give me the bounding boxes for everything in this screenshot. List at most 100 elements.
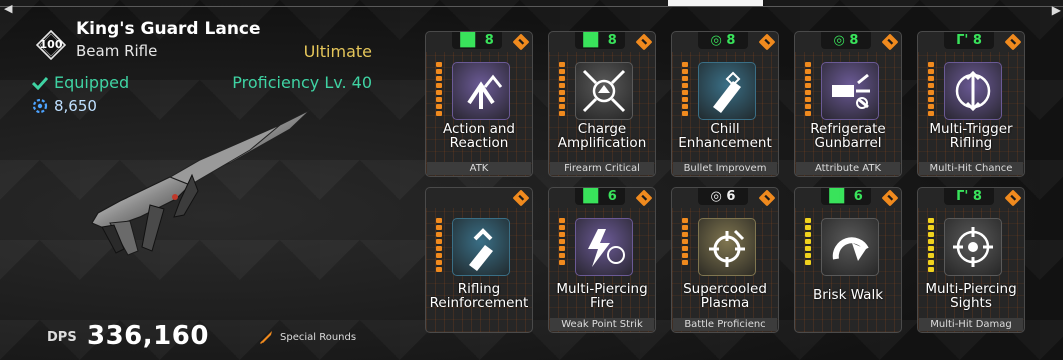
module-card[interactable]: Γ' 8 Multi-Trigger Rifling Multi-Hit Chance	[917, 31, 1025, 177]
enhance-pip	[928, 239, 934, 244]
enhance-pip	[805, 104, 811, 109]
enhance-pip	[805, 239, 811, 244]
crosshair-icon	[698, 218, 756, 276]
enhance-pip	[559, 253, 565, 258]
arrows-up-icon	[452, 62, 510, 120]
module-name: Multi-Piercing Fire	[549, 282, 655, 310]
module-name: Chill Enhancement	[672, 122, 778, 150]
rank-value: 100	[39, 38, 63, 51]
enhance-pip	[682, 260, 688, 265]
module-tag: Firearm Critical	[550, 162, 654, 175]
module-name-line1: Brisk Walk	[812, 287, 884, 303]
module-name-line1: Action and	[443, 121, 515, 137]
enhance-pip	[928, 90, 934, 95]
module-name-line1: Refrigerate	[810, 121, 886, 137]
module-name-line2: Enhancement	[678, 135, 772, 151]
enhance-pip	[805, 69, 811, 74]
module-capacity: █▌ 6	[821, 188, 871, 205]
module-card[interactable]: ◎ 6 Supercooled Plasma Battle Proficienc	[671, 187, 779, 333]
dps-label: DPS	[47, 330, 77, 345]
module-card[interactable]: Rifling Reinforcement	[425, 187, 533, 333]
module-name: Charge Amplification	[549, 122, 655, 150]
top-divider	[0, 6, 1063, 7]
module-capacity: ◎ 8	[698, 32, 748, 49]
check-icon	[32, 76, 48, 90]
module-name: Rifling Reinforcement	[426, 282, 532, 310]
equipped-label: Equipped	[54, 73, 130, 92]
enhance-pip	[805, 260, 811, 265]
enhance-pip	[436, 83, 442, 88]
enhance-pip	[436, 90, 442, 95]
enhance-pip	[436, 225, 442, 230]
module-capacity: Γ' 8	[944, 32, 994, 49]
enhance-pip	[682, 97, 688, 102]
module-name-line1: Multi-Piercing	[556, 281, 648, 297]
enhance-pip	[436, 253, 442, 258]
enhance-pip	[928, 83, 934, 88]
enhance-pip	[805, 111, 811, 116]
enhance-pip	[805, 218, 811, 223]
module-socket-icon	[881, 189, 899, 207]
enhance-pip	[682, 69, 688, 74]
enhance-pip	[682, 83, 688, 88]
bullet-chevron-icon	[452, 218, 510, 276]
enhance-pip	[559, 218, 565, 223]
module-card[interactable]: ◎ 8 Chill Enhancement Bullet Improvem	[671, 31, 779, 177]
enhance-pip	[928, 218, 934, 223]
power-ring-icon	[32, 98, 48, 114]
enhance-pip	[928, 104, 934, 109]
bolt-target-icon	[575, 218, 633, 276]
module-socket-icon	[635, 189, 653, 207]
module-name-line1: Rifling	[457, 281, 501, 297]
module-enhance-bars	[436, 218, 442, 274]
enhance-pip	[682, 246, 688, 251]
module-socket-icon	[512, 33, 530, 51]
enhance-pip	[559, 62, 565, 67]
module-enhance-bars	[805, 62, 811, 118]
module-card[interactable]: Γ' 8 Multi-Piercing Sights Multi-Hit Damag	[917, 187, 1025, 333]
enhance-pip	[682, 218, 688, 223]
module-card[interactable]: █▌ 8 Charge Amplification Firearm Critical	[548, 31, 656, 177]
module-socket-icon	[635, 33, 653, 51]
module-tag: Battle Proficienc	[673, 318, 777, 331]
enhance-pip	[559, 104, 565, 109]
module-name-line2: Sights	[950, 295, 992, 311]
module-enhance-bars	[559, 218, 565, 274]
enhance-pip	[928, 62, 934, 67]
module-name: Supercooled Plasma	[672, 282, 778, 310]
enhance-pip	[559, 69, 565, 74]
module-card[interactable]: █▌ 6 Brisk Walk	[794, 187, 902, 333]
enhance-pip	[436, 111, 442, 116]
module-name-line2: Rifling	[949, 135, 993, 151]
module-socket-icon	[1004, 189, 1022, 207]
module-card[interactable]: █▌ 6 Multi-Piercing Fire Weak Point Strik	[548, 187, 656, 333]
corner-right-icon: ▶	[1051, 3, 1061, 17]
enhance-pip	[682, 111, 688, 116]
module-name-line2: Plasma	[700, 295, 750, 311]
module-enhance-bars	[682, 62, 688, 118]
enhance-pip	[436, 97, 442, 102]
weapon-image	[80, 105, 320, 275]
enhance-pip	[559, 260, 565, 265]
enhance-pip	[436, 76, 442, 81]
target-arrows-icon	[944, 218, 1002, 276]
enhance-pip	[805, 76, 811, 81]
enhance-pip	[805, 253, 811, 258]
module-capacity: ◎ 6	[698, 188, 748, 205]
module-enhance-bars	[436, 62, 442, 118]
top-tab-highlight	[668, 0, 763, 6]
module-tag: ATK	[427, 162, 531, 175]
enhance-pip	[682, 253, 688, 258]
rank-badge: 100	[35, 29, 67, 61]
enhance-pip	[559, 246, 565, 251]
module-capacity: █▌ 8	[452, 32, 502, 49]
module-tag: Weak Point Strik	[550, 318, 654, 331]
dps-value: 336,160	[87, 321, 209, 351]
speed-icon	[821, 218, 879, 276]
module-card[interactable]: ◎ 8 Refrigerate Gunbarrel Attribute ATK	[794, 31, 902, 177]
enhance-pip	[928, 267, 934, 272]
module-card[interactable]: █▌ 8 Action and Reaction ATK	[425, 31, 533, 177]
module-socket-icon	[512, 189, 530, 207]
enhance-pip	[559, 90, 565, 95]
frost-barrel-icon	[821, 62, 879, 120]
